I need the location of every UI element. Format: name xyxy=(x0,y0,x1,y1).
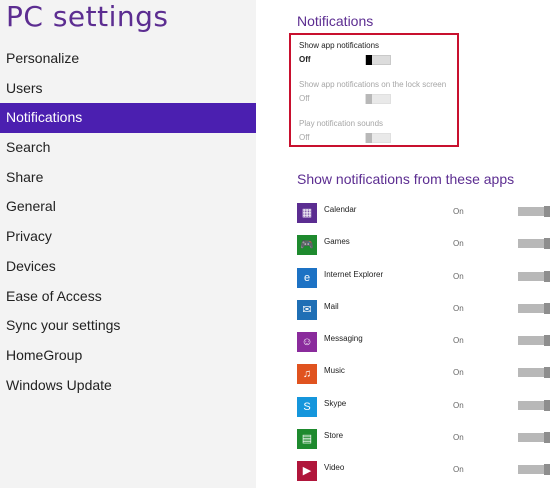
sidebar-item-ease-of-access[interactable]: Ease of Access xyxy=(0,282,256,312)
app-notification-toggle[interactable] xyxy=(518,270,550,282)
sidebar-item-share[interactable]: Share xyxy=(0,163,256,193)
app-name: Calendar xyxy=(324,205,357,214)
sidebar-item-personalize[interactable]: Personalize xyxy=(0,44,256,74)
games-icon: 🎮 xyxy=(297,235,317,256)
app-name: Store xyxy=(324,431,344,441)
sidebar-item-windows-update[interactable]: Windows Update xyxy=(0,371,256,401)
app-row-internet-explorer: e Internet Explorer On xyxy=(297,263,550,295)
app-name: Internet Explorer xyxy=(324,269,384,279)
app-notification-toggle[interactable] xyxy=(518,335,550,347)
app-row-music: ♫ Music On xyxy=(297,359,550,391)
section-title: Notifications xyxy=(297,13,374,29)
app-name: Music xyxy=(324,366,345,376)
store-icon: ▤ xyxy=(297,429,317,450)
app-row-video: ▶ Video On xyxy=(297,456,550,488)
toggle-thumb xyxy=(544,399,550,411)
toggle-thumb xyxy=(544,270,550,282)
messaging-icon: ☺ xyxy=(297,332,317,353)
app-name: Skype xyxy=(324,398,347,408)
app-notification-toggle[interactable] xyxy=(518,206,550,217)
toggle-thumb xyxy=(544,302,550,314)
option-lock-screen-notifications: Show app notifications on the lock scree… xyxy=(299,80,447,104)
app-row-messaging: ☺ Messaging On xyxy=(297,327,550,359)
app-state: On xyxy=(453,239,464,249)
app-state: On xyxy=(453,400,464,410)
page-title: PC settings xyxy=(6,0,169,33)
app-state: On xyxy=(453,465,464,475)
calendar-icon: ▦ xyxy=(297,203,317,223)
mail-icon: ✉ xyxy=(297,299,317,320)
app-row-skype: S Skype On xyxy=(297,392,550,424)
option-label: Show app notifications on the lock scree… xyxy=(299,80,447,89)
app-list: ▦ Calendar On 🎮 Games On e Internet Explorer On ✉… xyxy=(297,198,550,489)
app-state: On xyxy=(453,303,464,313)
option-label: Show app notifications xyxy=(299,41,380,50)
app-state: On xyxy=(453,207,464,216)
toggle-thumb xyxy=(544,464,550,476)
internet-explorer-icon: e xyxy=(297,267,317,288)
toggle-thumb xyxy=(544,238,550,250)
app-state: On xyxy=(453,271,464,281)
sidebar-item-search[interactable]: Search xyxy=(0,133,256,163)
app-state: On xyxy=(453,336,464,346)
sidebar-nav: Personalize Users Notifications Search Share… xyxy=(0,44,256,400)
toggle-thumb xyxy=(366,94,372,104)
sidebar: PC settings Personalize Users Notification… xyxy=(0,0,256,488)
sidebar-item-devices[interactable]: Devices xyxy=(0,252,256,282)
toggle-thumb xyxy=(544,367,550,379)
sidebar-item-users[interactable]: Users xyxy=(0,74,256,104)
app-state: On xyxy=(453,433,464,443)
notification-options-highlight: Show app notifications Off Show app noti… xyxy=(289,33,459,147)
show-app-notifications-toggle[interactable] xyxy=(365,55,391,65)
sidebar-item-notifications[interactable]: Notifications xyxy=(0,103,256,134)
app-notification-toggle[interactable] xyxy=(518,432,550,444)
toggle-thumb xyxy=(544,206,550,217)
main-panel: Notifications Show app notifications Off… xyxy=(256,0,550,488)
toggle-thumb xyxy=(544,335,550,347)
notification-sounds-toggle[interactable] xyxy=(365,133,391,143)
video-icon: ▶ xyxy=(297,461,317,482)
sidebar-item-homegroup[interactable]: HomeGroup xyxy=(0,341,256,371)
app-notification-toggle[interactable] xyxy=(518,238,550,250)
app-row-calendar: ▦ Calendar On xyxy=(297,198,550,230)
lock-screen-notifications-toggle[interactable] xyxy=(365,94,391,104)
app-name: Messaging xyxy=(324,334,363,344)
app-name: Games xyxy=(324,237,350,247)
apps-section-title: Show notifications from these apps xyxy=(297,171,515,187)
music-icon: ♫ xyxy=(297,364,317,385)
app-notification-toggle[interactable] xyxy=(518,399,550,411)
sidebar-item-sync-your-settings[interactable]: Sync your settings xyxy=(0,311,256,341)
toggle-thumb xyxy=(366,55,372,65)
app-row-games: 🎮 Games On xyxy=(297,230,550,262)
option-label: Play notification sounds xyxy=(299,119,384,128)
app-state: On xyxy=(453,368,464,378)
option-show-app-notifications: Show app notifications Off xyxy=(299,41,391,65)
app-notification-toggle[interactable] xyxy=(518,464,550,476)
toggle-thumb xyxy=(366,133,372,143)
app-name: Video xyxy=(324,463,345,473)
toggle-thumb xyxy=(544,432,550,444)
app-notification-toggle[interactable] xyxy=(518,302,550,314)
option-notification-sounds: Play notification sounds Off xyxy=(299,119,391,143)
app-notification-toggle[interactable] xyxy=(518,367,550,379)
app-row-mail: ✉ Mail On xyxy=(297,295,550,327)
sidebar-item-general[interactable]: General xyxy=(0,192,256,222)
sidebar-item-privacy[interactable]: Privacy xyxy=(0,222,256,252)
app-row-store: ▤ Store On xyxy=(297,424,550,456)
app-name: Mail xyxy=(324,301,339,311)
skype-icon: S xyxy=(297,396,317,417)
